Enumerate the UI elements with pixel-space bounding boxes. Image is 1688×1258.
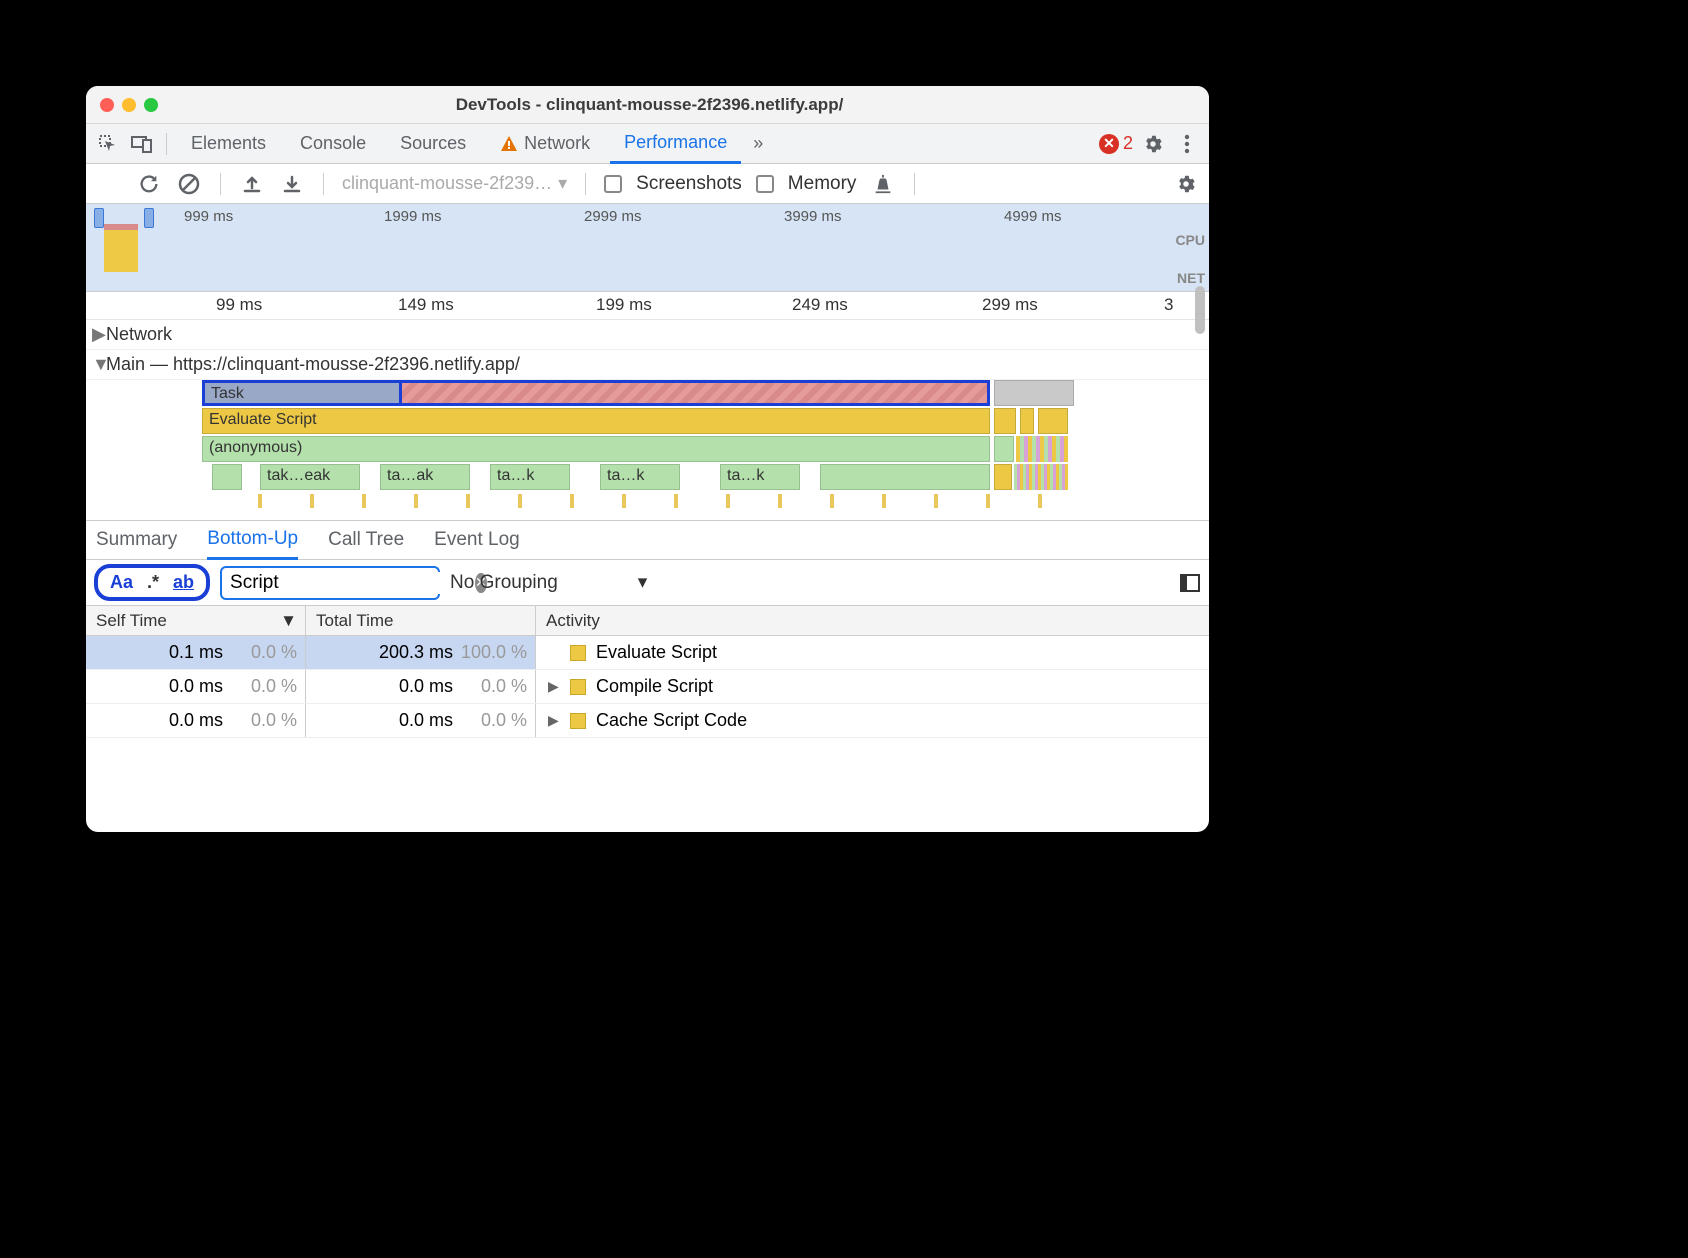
- col-header-self-time[interactable]: Self Time ▼: [86, 606, 306, 635]
- more-tabs-button[interactable]: »: [747, 124, 769, 164]
- main-track-header[interactable]: ▼ Main — https://clinquant-mousse-2f2396…: [86, 350, 1209, 380]
- warning-icon: [500, 135, 518, 153]
- tab-call-tree[interactable]: Call Tree: [328, 520, 404, 560]
- bottom-up-table: Self Time ▼ Total Time Activity 0.1 ms0.…: [86, 606, 1209, 832]
- cpu-lane-label: CPU: [1175, 232, 1205, 248]
- activity-name: Cache Script Code: [596, 710, 747, 731]
- performance-toolbar: clinquant-mousse-2f239… ▾ Screenshots Me…: [86, 164, 1209, 204]
- screenshots-checkbox[interactable]: [604, 175, 622, 193]
- expand-arrow-icon: ▶: [92, 324, 106, 345]
- minimize-window-button[interactable]: [122, 98, 136, 112]
- chevron-down-icon: ▾: [558, 173, 567, 194]
- col-header-activity[interactable]: Activity: [536, 611, 1209, 631]
- flame-ticks: [210, 494, 1070, 508]
- chevron-down-icon: ▾: [638, 571, 648, 594]
- memory-checkbox[interactable]: [756, 175, 774, 193]
- tab-sources[interactable]: Sources: [386, 124, 480, 164]
- detail-ruler[interactable]: 99 ms 149 ms 199 ms 249 ms 299 ms 3: [86, 292, 1209, 320]
- titlebar: DevTools - clinquant-mousse-2f2396.netli…: [86, 86, 1209, 124]
- flame-bar-fn[interactable]: tak…eak: [260, 464, 360, 490]
- filter-input[interactable]: [230, 572, 475, 594]
- whole-word-toggle[interactable]: ab: [173, 572, 194, 593]
- details-tab-bar: Summary Bottom-Up Call Tree Event Log: [86, 520, 1209, 560]
- reload-button[interactable]: [136, 171, 162, 197]
- collapse-arrow-icon: ▼: [92, 354, 106, 375]
- devtools-window: DevTools - clinquant-mousse-2f2396.netli…: [86, 86, 1209, 832]
- toggle-panel-icon[interactable]: [1179, 572, 1201, 594]
- download-profile-button[interactable]: [279, 171, 305, 197]
- activity-color-swatch: [570, 679, 586, 695]
- kebab-menu-icon[interactable]: [1173, 130, 1201, 158]
- flame-bar-task[interactable]: Task: [202, 380, 402, 406]
- maximize-window-button[interactable]: [144, 98, 158, 112]
- expand-arrow-icon[interactable]: ▶: [548, 712, 560, 729]
- filter-input-wrapper: ✕: [220, 566, 440, 600]
- screenshots-label: Screenshots: [636, 173, 742, 195]
- activity-color-swatch: [570, 713, 586, 729]
- timeline-overview[interactable]: 999 ms 1999 ms 2999 ms 3999 ms 4999 ms C…: [86, 204, 1209, 292]
- tab-bottom-up[interactable]: Bottom-Up: [207, 520, 298, 560]
- memory-label: Memory: [788, 173, 857, 195]
- flame-bar-small[interactable]: [994, 380, 1074, 406]
- scrollbar-thumb[interactable]: [1195, 286, 1205, 334]
- table-row[interactable]: 0.0 ms0.0 %0.0 ms0.0 %▶Compile Script: [86, 670, 1209, 704]
- table-row[interactable]: 0.0 ms0.0 %0.0 ms0.0 %▶Cache Script Code: [86, 704, 1209, 738]
- clear-button[interactable]: [176, 171, 202, 197]
- capture-settings-icon[interactable]: [1173, 171, 1199, 197]
- inspect-icon[interactable]: [94, 130, 122, 158]
- table-row[interactable]: 0.1 ms0.0 %200.3 ms100.0 %Evaluate Scrip…: [86, 636, 1209, 670]
- flame-chart[interactable]: ▶ Network ▼ Main — https://clinquant-mou…: [86, 320, 1209, 520]
- close-window-button[interactable]: [100, 98, 114, 112]
- error-icon: ✕: [1099, 134, 1119, 154]
- tab-performance[interactable]: Performance: [610, 124, 741, 164]
- regex-toggle[interactable]: .*: [147, 572, 159, 593]
- match-options-group: Aa .* ab: [94, 564, 210, 601]
- settings-icon[interactable]: [1139, 130, 1167, 158]
- overview-window-handles[interactable]: [94, 208, 154, 286]
- activity-name: Compile Script: [596, 676, 713, 697]
- tab-elements[interactable]: Elements: [177, 124, 280, 164]
- profile-selector[interactable]: clinquant-mousse-2f239… ▾: [342, 173, 567, 194]
- filter-toolbar: Aa .* ab ✕ No Grouping ▾: [86, 560, 1209, 606]
- window-controls: [100, 98, 158, 112]
- net-lane-label: NET: [1177, 270, 1205, 286]
- network-track-header[interactable]: ▶ Network: [86, 320, 1209, 350]
- activity-name: Evaluate Script: [596, 642, 717, 663]
- flame-bar-anonymous[interactable]: (anonymous): [202, 436, 990, 462]
- sort-desc-icon: ▼: [280, 611, 297, 631]
- record-button[interactable]: [96, 171, 122, 197]
- tab-event-log[interactable]: Event Log: [434, 520, 520, 560]
- tab-console[interactable]: Console: [286, 124, 380, 164]
- error-indicator[interactable]: ✕ 2: [1099, 133, 1133, 154]
- garbage-collect-icon[interactable]: [870, 171, 896, 197]
- flame-bar-task-long[interactable]: [402, 380, 990, 406]
- grouping-select[interactable]: No Grouping ▾: [450, 571, 647, 594]
- tab-network[interactable]: Network: [486, 124, 604, 164]
- expand-arrow-icon[interactable]: ▶: [548, 678, 560, 695]
- device-toggle-icon[interactable]: [128, 130, 156, 158]
- col-header-total-time[interactable]: Total Time: [306, 606, 536, 635]
- flame-bar-evaluate-script[interactable]: Evaluate Script: [202, 408, 990, 434]
- match-case-toggle[interactable]: Aa: [110, 572, 133, 593]
- activity-color-swatch: [570, 645, 586, 661]
- window-title: DevTools - clinquant-mousse-2f2396.netli…: [158, 95, 1141, 115]
- table-header: Self Time ▼ Total Time Activity: [86, 606, 1209, 636]
- tab-summary[interactable]: Summary: [96, 520, 177, 560]
- main-tab-bar: Elements Console Sources Network Perform…: [86, 124, 1209, 164]
- upload-profile-button[interactable]: [239, 171, 265, 197]
